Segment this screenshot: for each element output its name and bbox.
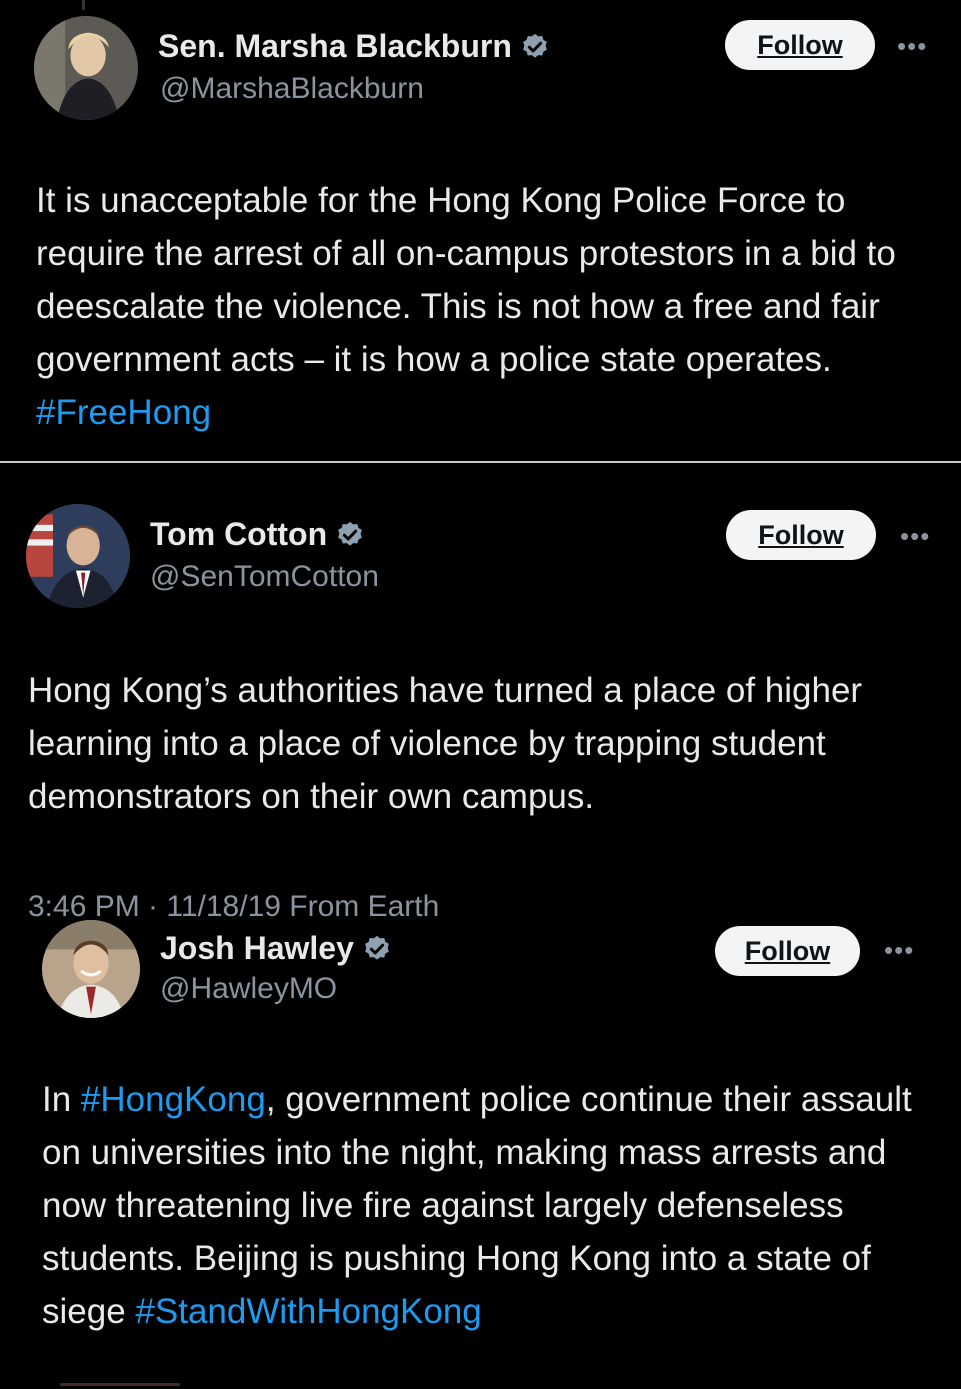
tweet-text-prefix: In <box>42 1080 81 1119</box>
more-options-icon[interactable]: ••• <box>884 937 914 963</box>
avatar-hawley-image <box>42 920 140 1018</box>
author-handle[interactable]: @HawleyMO <box>160 972 337 1006</box>
avatar-hawley[interactable] <box>42 920 140 1018</box>
hashtag-link[interactable]: #StandWithHongKong <box>135 1292 481 1331</box>
hashtag-link[interactable]: #HongKong <box>81 1080 266 1119</box>
verified-badge-icon <box>364 935 389 960</box>
author-name[interactable]: Josh Hawley <box>160 930 392 967</box>
follow-button[interactable]: Follow <box>715 926 860 976</box>
tweet-hawley: Josh Hawley @HawleyMO Follow ••• In #Hon… <box>0 0 961 1389</box>
bottom-edge-line <box>60 1383 180 1386</box>
author-name-text: Josh Hawley <box>160 930 354 966</box>
tweet-text: In #HongKong, government police continue… <box>42 1073 932 1338</box>
